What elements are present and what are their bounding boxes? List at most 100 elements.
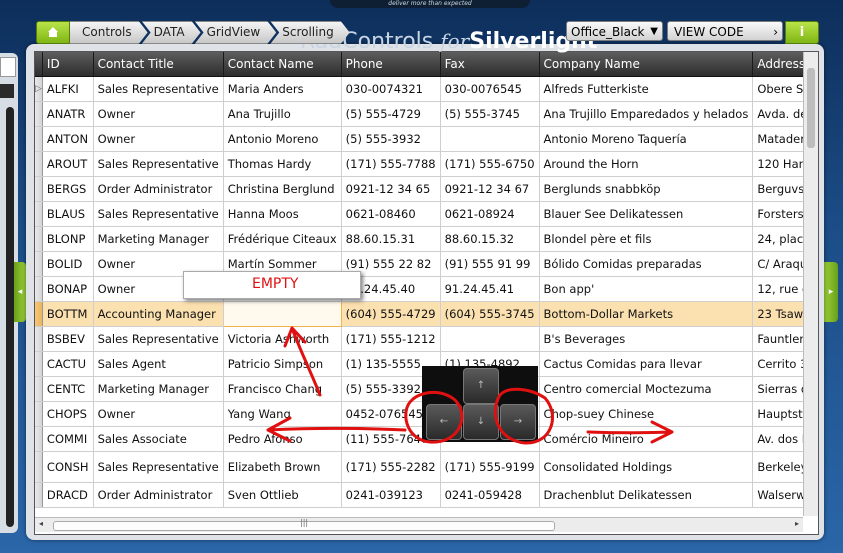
table-cell[interactable]: 91.24.45.41 (440, 276, 540, 302)
table-cell[interactable]: Thomas Hardy (223, 151, 342, 177)
row-indicator[interactable] (35, 482, 43, 508)
table-cell[interactable]: Ana Trujillo Emparedados y helados (539, 101, 754, 127)
table-cell[interactable] (440, 126, 540, 152)
row-indicator[interactable] (35, 351, 43, 377)
table-cell[interactable]: (171) 555-2282 (341, 451, 441, 483)
table-row[interactable]: CONSH Sales Representative Elizabeth Brown… (35, 451, 818, 483)
breadcrumb-item-scrolling[interactable]: Scrolling (270, 21, 349, 44)
table-cell[interactable]: 88.60.15.32 (440, 226, 540, 252)
row-indicator[interactable] (35, 401, 43, 427)
table-cell[interactable]: 0921-12 34 65 (341, 176, 441, 202)
table-cell[interactable]: BOTTM (42, 301, 94, 327)
row-indicator[interactable] (35, 276, 43, 302)
table-cell[interactable]: ALFKI (42, 76, 94, 102)
table-row[interactable]: BONAPOwnerLaurence Lebihan91.24.45.4091.… (35, 276, 818, 302)
table-cell[interactable]: CENTC (42, 376, 94, 402)
table-cell[interactable]: Marketing Manager (93, 376, 224, 402)
row-indicator[interactable] (35, 176, 43, 202)
table-cell[interactable]: Order Administrator (93, 176, 224, 202)
table-row[interactable]: BLONP Marketing Manager Frédérique Citeaux… (35, 226, 818, 252)
row-indicator[interactable] (35, 426, 43, 452)
table-cell[interactable]: 88.60.15.31 (341, 226, 441, 252)
info-button[interactable]: i (785, 21, 819, 44)
table-cell[interactable]: BERGS (42, 176, 94, 202)
table-cell[interactable]: (91) 555 91 99 (440, 251, 540, 277)
table-cell[interactable]: Around the Horn (539, 151, 754, 177)
sidebar-dark-item[interactable] (0, 84, 14, 98)
table-row[interactable]: AROUT Sales Representative Thomas Hardy (17… (35, 151, 818, 177)
table-cell[interactable]: CHOPS (42, 401, 94, 427)
breadcrumb-item-data[interactable]: DATA (142, 21, 201, 44)
table-cell[interactable]: (171) 555-6750 (440, 151, 540, 177)
table-cell[interactable]: Sales Representative (93, 76, 224, 102)
column-header-fax[interactable]: Fax (440, 52, 540, 77)
table-cell[interactable]: CONSH (42, 451, 94, 483)
table-cell[interactable]: Antonio Moreno Taquería (539, 126, 754, 152)
table-cell[interactable]: Marketing Manager (93, 226, 224, 252)
table-cell[interactable]: BONAP (42, 276, 94, 302)
table-cell[interactable]: Sales Representative (93, 326, 224, 352)
row-indicator[interactable] (35, 101, 43, 127)
column-header-contact-name[interactable]: Contact Name (223, 52, 342, 77)
table-row[interactable]: BOLID Owner Martín Sommer (91) 555 22 82 (91… (35, 251, 818, 277)
table-row[interactable]: BERGS Order Administrator Christina Berglu… (35, 176, 818, 202)
table-cell[interactable]: DRACD (42, 482, 94, 508)
table-cell[interactable]: 0621-08924 (440, 201, 540, 227)
row-indicator[interactable] (35, 451, 43, 483)
table-cell[interactable]: Antonio Moreno (223, 126, 342, 152)
table-cell[interactable]: 0621-08460 (341, 201, 441, 227)
table-row[interactable]: ANTON Owner Antonio Moreno (5) 555-3932 Anto… (35, 126, 818, 152)
table-cell[interactable]: Consolidated Holdings (539, 451, 754, 483)
table-row[interactable]: BOTTM Accounting Manager (604) 555-4729 (60… (35, 301, 818, 327)
table-cell[interactable]: Owner (93, 126, 224, 152)
table-cell[interactable]: Yang Wang (223, 401, 342, 427)
table-cell[interactable]: Drachenblut Delikatessen (539, 482, 754, 508)
table-cell[interactable] (440, 326, 540, 352)
table-cell[interactable]: Owner (93, 101, 224, 127)
table-cell[interactable]: BLONP (42, 226, 94, 252)
row-indicator[interactable] (35, 226, 43, 252)
table-cell[interactable]: Pedro Afonso (223, 426, 342, 452)
table-cell[interactable]: Sven Ottlieb (223, 482, 342, 508)
table-cell[interactable]: ANATR (42, 101, 94, 127)
table-cell[interactable]: 0241-059428 (440, 482, 540, 508)
table-cell[interactable]: 0921-12 34 67 (440, 176, 540, 202)
column-header-id[interactable]: ID (42, 52, 94, 77)
table-cell[interactable]: Bottom-Dollar Markets (539, 301, 754, 327)
table-cell[interactable]: Hanna Moos (223, 201, 342, 227)
table-cell[interactable]: Maria Anders (223, 76, 342, 102)
table-cell[interactable]: BOLID (42, 251, 94, 277)
table-cell[interactable]: 0241-039123 (341, 482, 441, 508)
table-cell[interactable]: Francisco Chang (223, 376, 342, 402)
table-row[interactable]: DRACD Order Administrator Sven Ottlieb 0241… (35, 482, 818, 508)
sidebar-scrollbar[interactable] (6, 107, 14, 527)
table-cell[interactable]: CACTU (42, 351, 94, 377)
table-cell[interactable]: Chop-suey Chinese (539, 401, 754, 427)
table-cell[interactable]: (604) 555-4729 (341, 301, 441, 327)
table-cell[interactable]: ANTON (42, 126, 94, 152)
table-cell[interactable]: Christina Berglund (223, 176, 342, 202)
table-cell[interactable]: Bon app' (539, 276, 754, 302)
table-cell[interactable]: (5) 555-3932 (341, 126, 441, 152)
breadcrumb-item-gridview[interactable]: GridView (195, 21, 277, 44)
row-indicator[interactable] (35, 151, 43, 177)
table-row[interactable]: BLAUS Sales Representative Hanna Moos 0621-… (35, 201, 818, 227)
scroll-left-icon[interactable]: ◂ (39, 519, 43, 528)
table-cell[interactable]: Blondel père et fils (539, 226, 754, 252)
table-cell[interactable]: Sales Representative (93, 451, 224, 483)
table-cell[interactable]: Sales Representative (93, 151, 224, 177)
table-cell[interactable]: Bólido Comidas preparadas (539, 251, 754, 277)
table-cell[interactable]: Alfreds Futterkiste (539, 76, 754, 102)
table-row[interactable]: ANATR Owner Ana Trujillo (5) 555-4729 (5) 55… (35, 101, 818, 127)
table-cell[interactable]: COMMI (42, 426, 94, 452)
next-example-button[interactable]: ▸ (824, 262, 838, 322)
row-indicator[interactable] (35, 326, 43, 352)
table-cell[interactable]: BLAUS (42, 201, 94, 227)
view-code-button[interactable]: VIEW CODE › (667, 21, 783, 41)
table-cell[interactable]: 030-0074321 (341, 76, 441, 102)
previous-example-button[interactable]: ◂ (14, 262, 26, 322)
table-cell[interactable]: Sales Representative (93, 201, 224, 227)
table-cell[interactable]: Order Administrator (93, 482, 224, 508)
current-row-indicator-icon[interactable]: ▷ (35, 76, 43, 102)
column-header-company-name[interactable]: Company Name (539, 52, 754, 77)
